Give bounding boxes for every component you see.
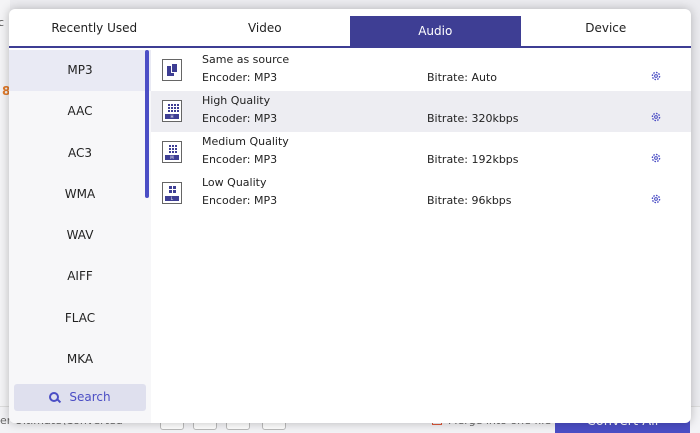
sidebar-item-aiff[interactable]: AIFF	[9, 256, 151, 297]
preset-bitrate: Bitrate: 320kbps	[427, 112, 519, 125]
quality-tag: M	[165, 155, 179, 160]
source-icon	[162, 59, 182, 81]
preset-list: Same as source Encoder: MP3 Bitrate: Aut…	[151, 50, 691, 423]
tab-device[interactable]: Device	[521, 9, 692, 46]
tab-video[interactable]: Video	[180, 9, 351, 46]
sidebar-scrollbar[interactable]	[145, 50, 149, 198]
preset-bitrate: Bitrate: 96kbps	[427, 194, 512, 207]
preset-name: High Quality	[202, 94, 271, 107]
sidebar-item-mp3[interactable]: MP3	[9, 50, 151, 92]
background-left-text: c	[0, 16, 5, 29]
preset-encoder: Encoder: MP3	[202, 71, 278, 84]
preset-encoder: Encoder: MP3	[202, 153, 278, 166]
sidebar-item-wma[interactable]: WMA	[9, 174, 151, 215]
preset-name: Same as source	[202, 53, 290, 66]
sidebar-item-flac[interactable]: FLAC	[9, 298, 151, 339]
quality-tag: L	[165, 196, 179, 201]
preset-bitrate: Bitrate: Auto	[427, 71, 498, 84]
search-button[interactable]: Search	[14, 384, 146, 411]
preset-row[interactable]: Same as source Encoder: MP3 Bitrate: Aut…	[151, 50, 691, 91]
format-sidebar: MP3 AAC AC3 WMA WAV AIFF FLAC MKA Search	[9, 50, 151, 423]
gear-icon[interactable]	[650, 152, 662, 164]
medium-quality-icon: M	[162, 141, 182, 163]
preset-row[interactable]: M Medium Quality Encoder: MP3 Bitrate: 1…	[151, 132, 691, 173]
preset-name: Medium Quality	[202, 135, 289, 148]
preset-encoder: Encoder: MP3	[202, 194, 278, 207]
sidebar-item-aac[interactable]: AAC	[9, 91, 151, 132]
low-quality-icon: L	[162, 182, 182, 204]
high-quality-icon: H	[162, 100, 182, 122]
sidebar-item-ac3[interactable]: AC3	[9, 133, 151, 174]
preset-bitrate: Bitrate: 192kbps	[427, 153, 519, 166]
search-icon	[49, 392, 60, 402]
format-dialog: Recently Used Video Audio Device MP3 AAC…	[9, 9, 691, 423]
gear-icon[interactable]	[650, 193, 662, 205]
sidebar-item-wav[interactable]: WAV	[9, 215, 151, 256]
quality-tag: H	[165, 114, 179, 119]
tab-recently-used[interactable]: Recently Used	[9, 9, 180, 46]
gear-icon[interactable]	[650, 70, 662, 82]
gear-icon[interactable]	[650, 111, 662, 123]
preset-row[interactable]: L Low Quality Encoder: MP3 Bitrate: 96kb…	[151, 173, 691, 214]
format-tabs: Recently Used Video Audio Device	[9, 9, 691, 48]
sidebar-item-mka[interactable]: MKA	[9, 339, 151, 380]
preset-row[interactable]: H High Quality Encoder: MP3 Bitrate: 320…	[151, 91, 691, 132]
preset-name: Low Quality	[202, 176, 267, 189]
tab-audio[interactable]: Audio	[350, 16, 521, 46]
preset-encoder: Encoder: MP3	[202, 112, 278, 125]
search-label: Search	[69, 390, 111, 404]
